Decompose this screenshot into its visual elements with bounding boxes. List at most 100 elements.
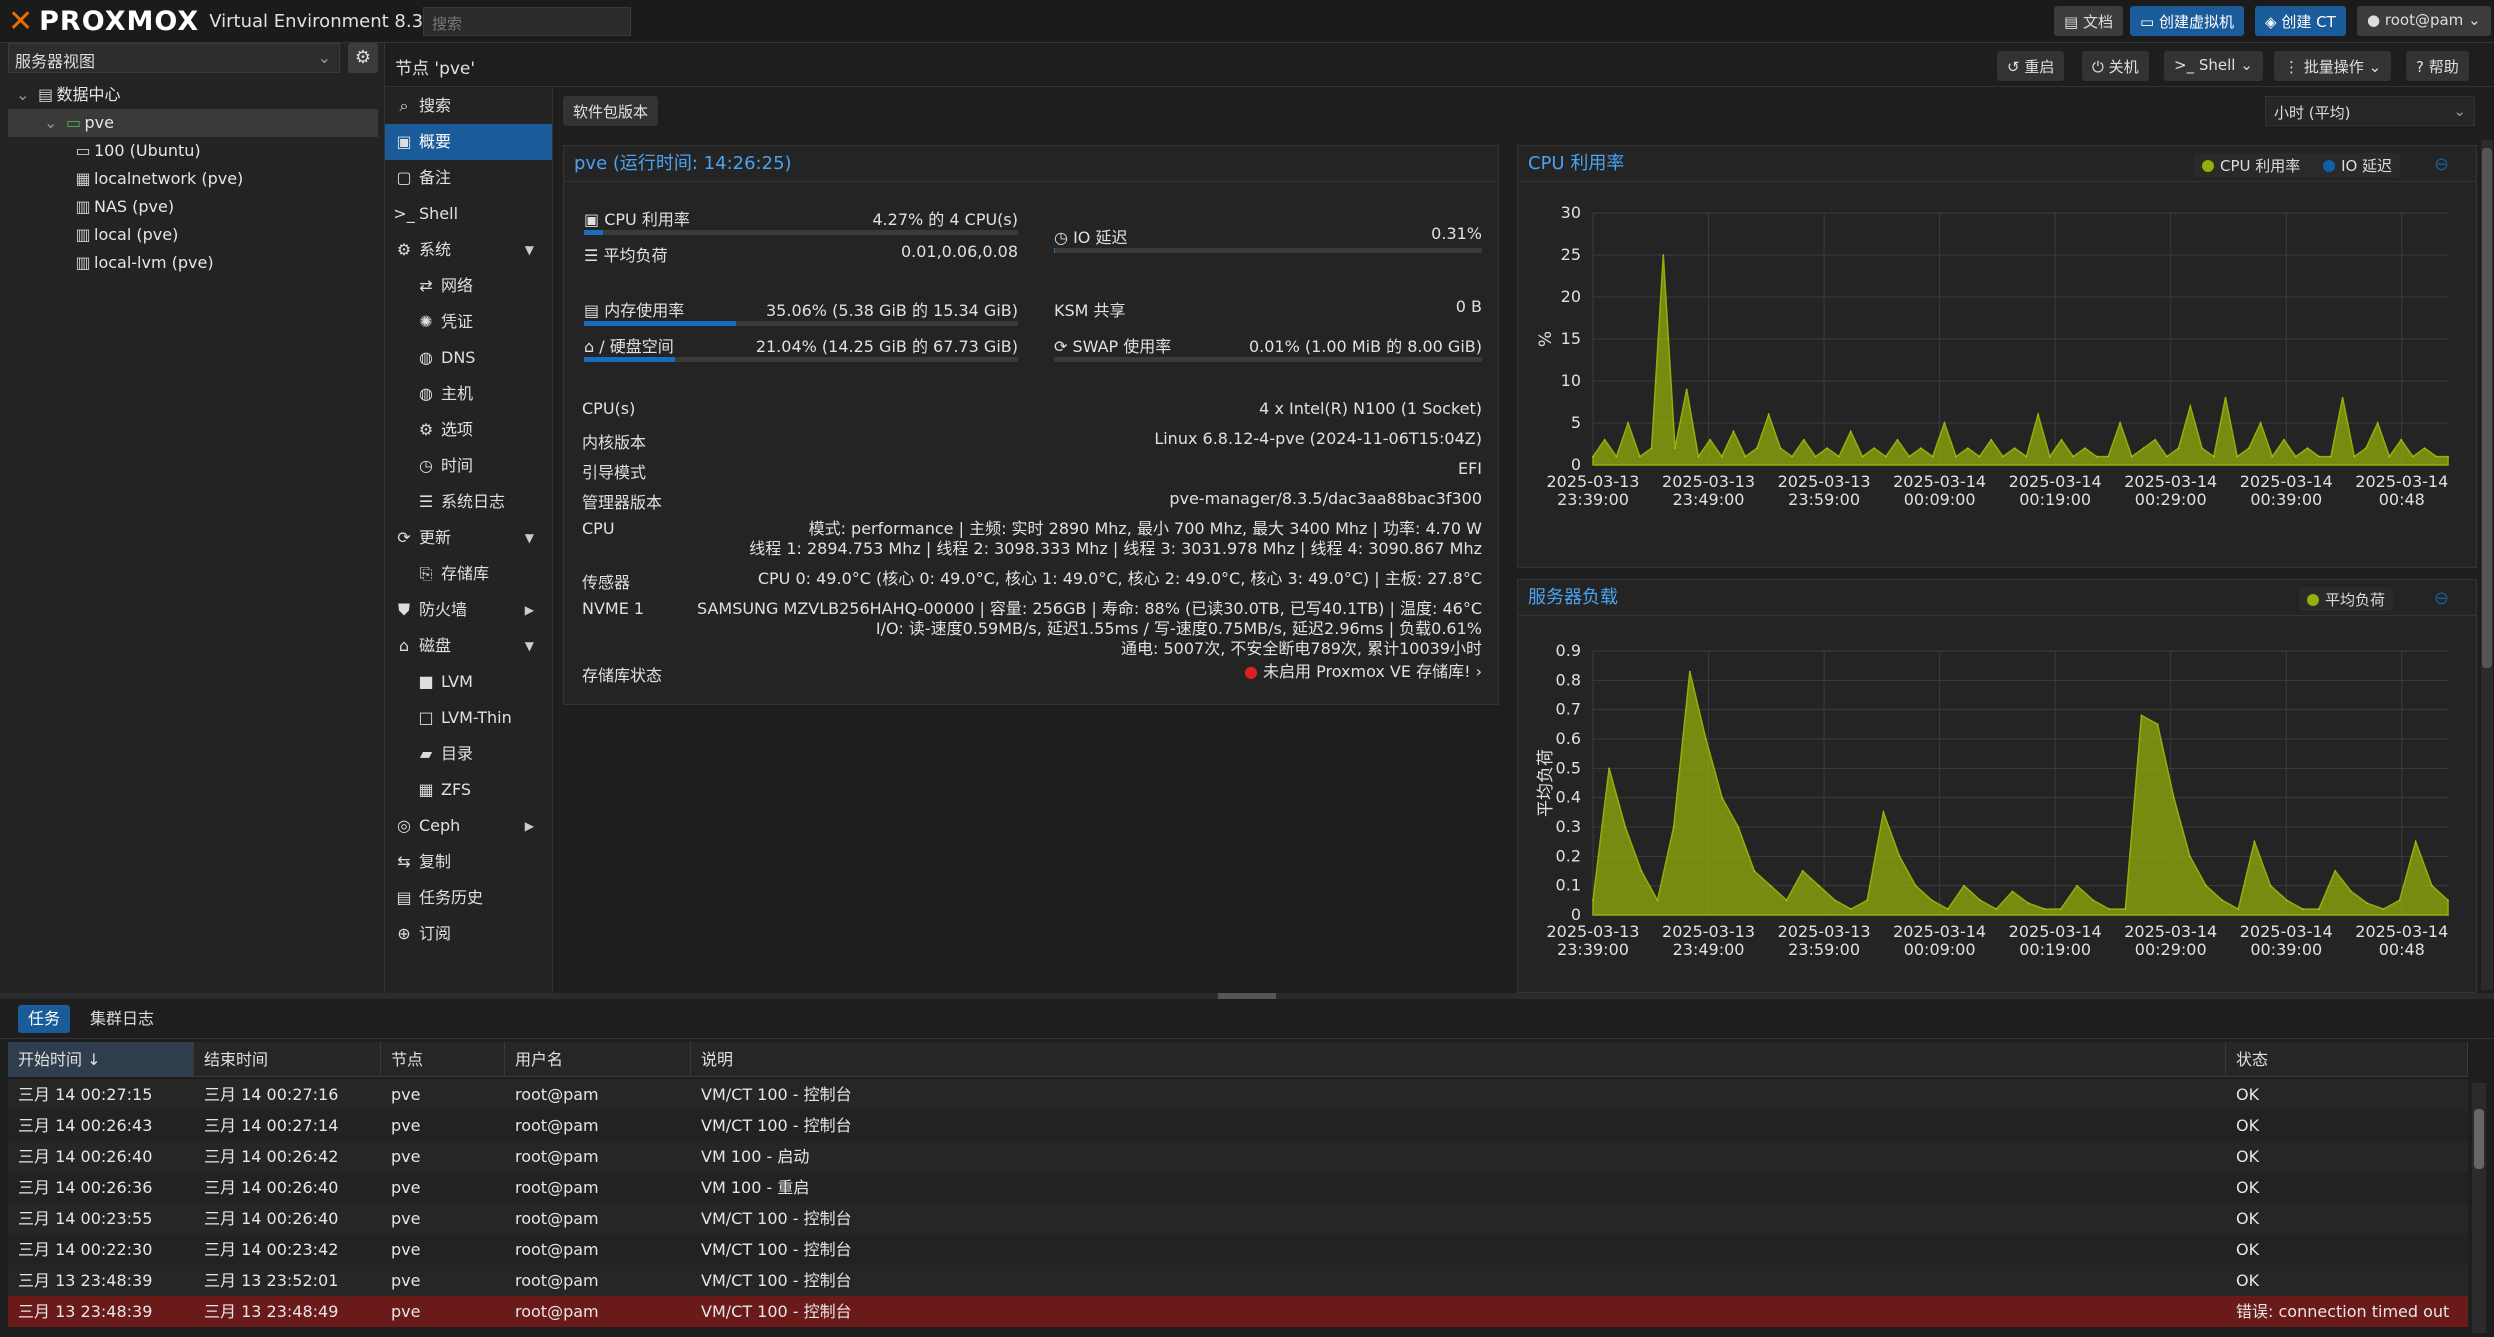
table-row[interactable]: 三月 14 00:22:30 三月 14 00:23:42 pve root@pam V… bbox=[8, 1234, 2468, 1265]
status-panel: pve (运行时间: 14:26:25) ▣ CPU 利用率 4.27% 的 4… bbox=[563, 145, 1499, 705]
nav-item-label: 搜索 bbox=[419, 96, 452, 115]
data-point bbox=[2177, 447, 2180, 450]
nav-item[interactable]: ⊕ 订阅 bbox=[385, 916, 552, 952]
expand-right-icon[interactable]: ▶ bbox=[525, 808, 534, 844]
tab-cluster-log[interactable]: 集群日志 bbox=[80, 1005, 164, 1033]
shutdown-button[interactable]: ⏻ 关机 bbox=[2082, 51, 2149, 81]
bulk-actions-button[interactable]: ⋮ 批量操作 ⌄ bbox=[2274, 51, 2392, 81]
gear-icon[interactable]: ⚙ bbox=[348, 43, 378, 73]
timeframe-select[interactable]: 小时 (平均) ⌄ bbox=[2265, 96, 2475, 126]
legend-cpu-item[interactable]: CPU 利用率 bbox=[2202, 157, 2300, 175]
table-row[interactable]: 三月 13 23:48:39 三月 13 23:52:01 pve root@pam V… bbox=[8, 1265, 2468, 1296]
legend-load-item[interactable]: 平均负荷 bbox=[2307, 591, 2385, 609]
nav-item[interactable]: ⎘ 存储库 bbox=[385, 556, 552, 592]
x-tick-label: 2025-03-13 23:59:00 bbox=[1778, 922, 1871, 959]
storage-icon: ▥ bbox=[75, 225, 91, 244]
tree-item[interactable]: ▥ NAS (pve) bbox=[8, 193, 378, 221]
legend-io-item[interactable]: IO 延迟 bbox=[2323, 157, 2392, 175]
undo-zoom-icon[interactable]: ⊖ bbox=[2434, 588, 2449, 609]
column-header[interactable]: 说明 bbox=[691, 1042, 2226, 1077]
nav-item[interactable]: ⌂ 磁盘 ▼ bbox=[385, 628, 552, 664]
table-row[interactable]: 三月 14 00:27:15 三月 14 00:27:16 pve root@pam V… bbox=[8, 1079, 2468, 1110]
data-point bbox=[2060, 439, 2063, 441]
data-point bbox=[2423, 447, 2426, 450]
chevron-down-icon[interactable]: ⌄ bbox=[44, 113, 63, 132]
x-tick-label: 2025-03-14 00:48 bbox=[2355, 472, 2448, 509]
expand-right-icon[interactable]: ▶ bbox=[525, 592, 534, 628]
help-button[interactable]: ? 帮助 bbox=[2406, 51, 2469, 81]
create-vm-button[interactable]: ▭ 创建虚拟机 bbox=[2130, 6, 2244, 36]
table-row[interactable]: 三月 13 23:48:39 三月 13 23:48:49 pve root@pam V… bbox=[8, 1296, 2468, 1327]
summary-scrollbar-thumb[interactable] bbox=[2482, 148, 2492, 668]
nav-item[interactable]: ▰ 目录 bbox=[385, 736, 552, 772]
nav-item[interactable]: >_ Shell bbox=[385, 196, 552, 232]
shell-button[interactable]: >_ Shell ⌄ bbox=[2164, 51, 2263, 81]
data-point bbox=[1640, 870, 1643, 872]
nav-item[interactable]: ◍ 主机 bbox=[385, 376, 552, 412]
package-versions-button[interactable]: 软件包版本 bbox=[563, 96, 659, 126]
nav-item[interactable]: ⟳ 更新 ▼ bbox=[385, 520, 552, 556]
data-point bbox=[2330, 455, 2332, 458]
tree-datacenter[interactable]: ⌄ ▤ 数据中心 bbox=[8, 81, 378, 109]
data-point bbox=[2154, 439, 2156, 441]
expand-down-icon[interactable]: ▼ bbox=[525, 520, 534, 556]
tab-tasks[interactable]: 任务 bbox=[18, 1005, 71, 1033]
reboot-button[interactable]: ↺ 重启 bbox=[1997, 51, 2065, 81]
nav-item[interactable]: ▢ 备注 bbox=[385, 160, 552, 196]
summary-scrollbar[interactable] bbox=[2481, 140, 2493, 990]
y-tick-label: 0.1 bbox=[1556, 876, 1581, 895]
nav-item[interactable]: ⇄ 网络 bbox=[385, 268, 552, 304]
tree-item[interactable]: ▭ 100 (Ubuntu) bbox=[8, 137, 378, 165]
nav-item[interactable]: ▤ 任务历史 bbox=[385, 880, 552, 916]
data-point bbox=[1672, 826, 1675, 828]
nav-item[interactable]: ⚙ 选项 bbox=[385, 412, 552, 448]
nav-item[interactable]: ▣ 概要 bbox=[385, 124, 552, 160]
global-search-input[interactable]: 搜索 bbox=[423, 7, 631, 36]
table-row[interactable]: 三月 14 00:26:36 三月 14 00:26:40 pve root@pam V… bbox=[8, 1172, 2468, 1203]
column-header[interactable]: 用户名 bbox=[505, 1042, 691, 1077]
task-scrollbar[interactable] bbox=[2472, 1083, 2486, 1333]
table-cell: root@pam bbox=[515, 1116, 599, 1135]
data-point bbox=[2173, 796, 2175, 799]
nav-item[interactable]: □ LVM-Thin bbox=[385, 700, 552, 736]
column-header[interactable]: 节点 bbox=[381, 1042, 505, 1077]
info-key: NVME 1 bbox=[582, 599, 645, 618]
tree-item[interactable]: ▦ localnetwork (pve) bbox=[8, 165, 378, 193]
data-point bbox=[1861, 455, 1864, 458]
nav-item[interactable]: ◎ Ceph ▶ bbox=[385, 808, 552, 844]
refresh-icon: ⟳ bbox=[397, 528, 411, 547]
nav-item[interactable]: ☰ 系统日志 bbox=[385, 484, 552, 520]
column-header[interactable]: 开始时间 ↓ bbox=[8, 1042, 194, 1077]
undo-zoom-icon[interactable]: ⊖ bbox=[2434, 154, 2449, 175]
system-icon: ⚙ bbox=[396, 240, 412, 259]
nav-item[interactable]: ⌕ 搜索 bbox=[385, 88, 552, 124]
ksm-sharing-label: KSM 共享 bbox=[1054, 301, 1126, 320]
table-row[interactable]: 三月 14 00:26:40 三月 14 00:26:42 pve root@pam V… bbox=[8, 1141, 2468, 1172]
nav-item[interactable]: ⇆ 复制 bbox=[385, 844, 552, 880]
repository-status-value[interactable]: ● 未启用 Proxmox VE 存储库! › bbox=[1244, 662, 1482, 682]
nav-item[interactable]: ◍ DNS bbox=[385, 340, 552, 376]
nav-item[interactable]: ✺ 凭证 bbox=[385, 304, 552, 340]
table-cell: pve bbox=[391, 1240, 421, 1259]
legend-load-swatch bbox=[2307, 594, 2319, 606]
nav-item[interactable]: ⛊ 防火墙 ▶ bbox=[385, 592, 552, 628]
user-menu-button[interactable]: ● root@pam ⌄ bbox=[2357, 6, 2491, 36]
nav-item[interactable]: ⚙ 系统 ▼ bbox=[385, 232, 552, 268]
task-scrollbar-thumb[interactable] bbox=[2474, 1109, 2484, 1169]
nav-item[interactable]: ■ LVM bbox=[385, 664, 552, 700]
table-row[interactable]: 三月 14 00:26:43 三月 14 00:27:14 pve root@pam V… bbox=[8, 1110, 2468, 1141]
chevron-down-icon[interactable]: ⌄ bbox=[16, 85, 35, 104]
docs-button[interactable]: ▤ 文档 bbox=[2054, 6, 2123, 36]
tree-item[interactable]: ▥ local-lvm (pve) bbox=[8, 249, 378, 277]
column-header[interactable]: 结束时间 bbox=[194, 1042, 381, 1077]
column-header[interactable]: 状态 bbox=[2226, 1042, 2468, 1077]
tree-node-pve[interactable]: ⌄ ▭ pve bbox=[8, 109, 378, 137]
create-ct-button[interactable]: ◈ 创建 CT bbox=[2255, 6, 2346, 36]
nav-item[interactable]: ◷ 时间 bbox=[385, 448, 552, 484]
expand-down-icon[interactable]: ▼ bbox=[525, 628, 534, 664]
nav-item[interactable]: ▦ ZFS bbox=[385, 772, 552, 808]
table-row[interactable]: 三月 14 00:23:55 三月 14 00:26:40 pve root@pam V… bbox=[8, 1203, 2468, 1234]
view-selector[interactable]: 服务器视图 ⌄ bbox=[8, 43, 340, 73]
expand-down-icon[interactable]: ▼ bbox=[525, 232, 534, 268]
tree-item[interactable]: ▥ local (pve) bbox=[8, 221, 378, 249]
